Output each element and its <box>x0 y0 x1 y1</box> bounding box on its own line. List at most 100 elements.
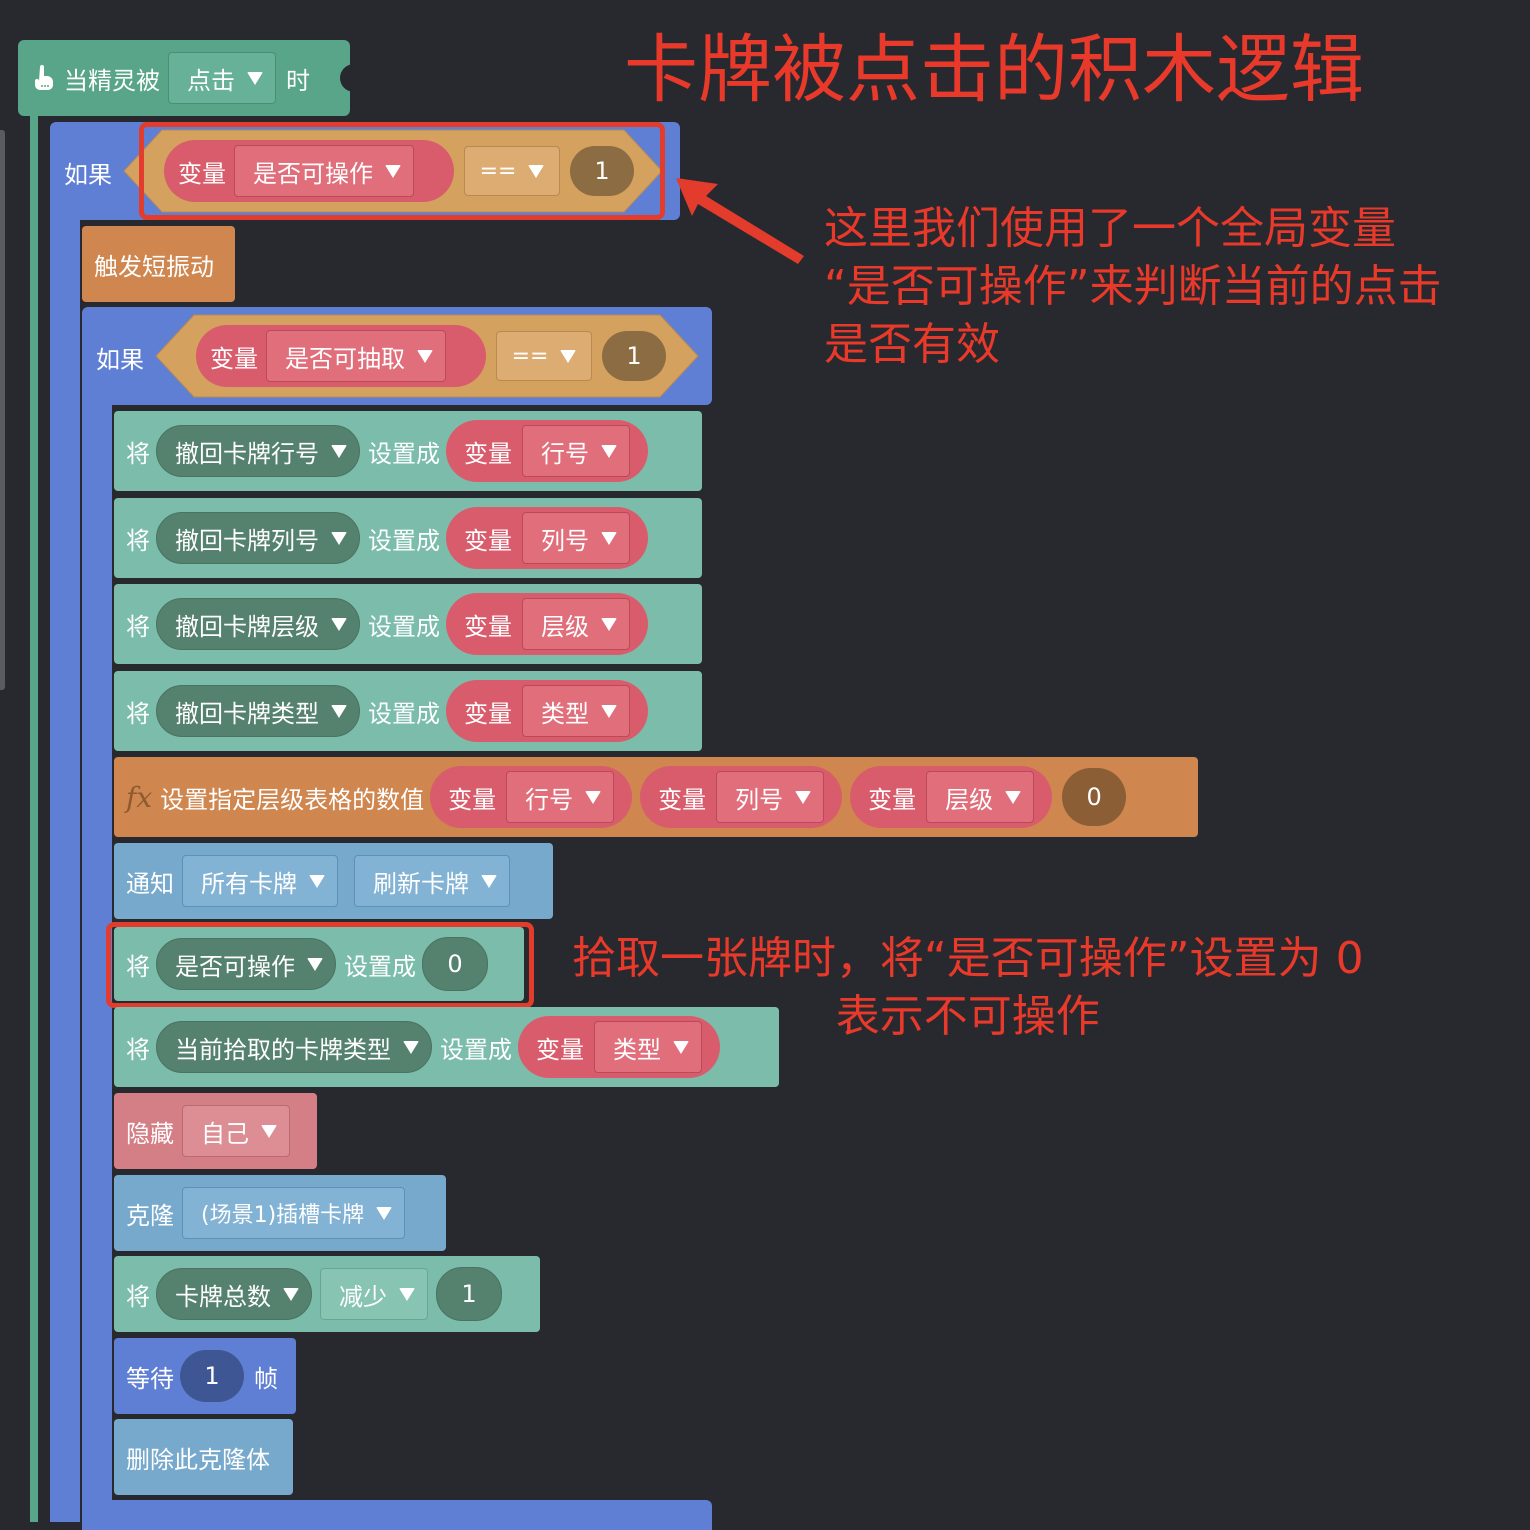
change-value-input[interactable]: 1 <box>436 1267 502 1321</box>
operator-dropdown[interactable]: == <box>496 331 592 381</box>
set-label: 将 <box>126 439 150 468</box>
wait-frames-block[interactable]: 等待 1 帧 <box>114 1338 296 1414</box>
hand-pointer-icon <box>30 65 60 91</box>
hide-target: 自己 <box>201 1119 249 1148</box>
set-label: 将 <box>126 1035 150 1064</box>
chevron-down-icon <box>601 444 617 458</box>
function-label: 设置指定层级表格的数值 <box>160 785 425 814</box>
annotation-line: 是否有效 <box>824 319 1000 370</box>
target-variable-dropdown[interactable]: 当前拾取的卡牌类型 <box>156 1021 432 1073</box>
chevron-down-icon <box>309 874 325 888</box>
chevron-down-icon <box>399 1287 415 1301</box>
change-op-dropdown[interactable]: 减少 <box>320 1268 428 1320</box>
variable-reporter[interactable]: 变量 列号 <box>446 507 648 569</box>
variable-name: 行号 <box>525 785 574 814</box>
page-title: 卡牌被点击的积木逻辑 <box>624 27 1364 113</box>
variable-label: 变量 <box>464 612 512 641</box>
number-input-compare-1[interactable]: 1 <box>602 331 666 381</box>
set-label: 将 <box>126 699 150 728</box>
clone-target-dropdown[interactable]: (场景1)插槽卡牌 <box>182 1187 406 1239</box>
chevron-down-icon <box>417 349 433 363</box>
haptic-label: 触发短振动 <box>94 252 214 281</box>
highlight-box-set-operable <box>106 922 534 1008</box>
variable-label: 变量 <box>658 785 707 814</box>
hide-label: 隐藏 <box>126 1119 174 1148</box>
target-variable-dropdown[interactable]: 撤回卡牌类型 <box>156 685 360 737</box>
function-arg-value[interactable]: 0 <box>1062 768 1127 826</box>
chevron-down-icon <box>331 704 347 718</box>
variable-name: 列号 <box>735 785 784 814</box>
target-variable-dropdown[interactable]: 撤回卡牌列号 <box>156 512 360 564</box>
variable-dropdown[interactable]: 类型 <box>522 685 630 737</box>
set-to-label: 设置成 <box>368 612 440 641</box>
variable-dropdown[interactable]: 层级 <box>522 598 630 650</box>
clone-label: 克隆 <box>126 1201 174 1230</box>
chevron-down-icon <box>331 617 347 631</box>
variable-label: 变量 <box>210 344 258 373</box>
function-arg-layer[interactable]: 变量 层级 <box>850 766 1053 828</box>
set-variable-block-undo-col[interactable]: 将 撤回卡牌列号 设置成 变量 列号 <box>114 498 702 578</box>
variable-name: 是否可抽取 <box>285 344 405 373</box>
event-suffix: 时 <box>286 66 310 95</box>
set-variable-block-undo-type[interactable]: 将 撤回卡牌类型 设置成 变量 类型 <box>114 671 702 751</box>
target-variable-dropdown[interactable]: 撤回卡牌行号 <box>156 425 360 477</box>
if-label: 如果 <box>96 346 144 374</box>
variable-label: 变量 <box>868 785 917 814</box>
if-block-drawable-footer <box>82 1500 712 1530</box>
event-prefix: 当精灵被 <box>64 66 160 95</box>
notify-target: 所有卡牌 <box>201 869 297 898</box>
function-arg-row[interactable]: 变量 行号 <box>430 766 633 828</box>
workspace-scrollbar[interactable] <box>0 130 5 690</box>
notify-broadcast-block[interactable]: 通知 所有卡牌 刷新卡牌 <box>114 843 553 919</box>
chevron-down-icon <box>403 1040 419 1054</box>
notify-target-dropdown[interactable]: 所有卡牌 <box>182 855 338 907</box>
chevron-down-icon <box>376 1206 393 1220</box>
variable-name: 列号 <box>541 526 589 555</box>
target-variable-dropdown[interactable]: 卡牌总数 <box>156 1268 312 1320</box>
target-variable-name: 撤回卡牌行号 <box>175 439 319 468</box>
variable-dropdown[interactable]: 列号 <box>716 771 825 823</box>
function-fx-icon: fx <box>126 780 153 814</box>
event-block-sprite-clicked[interactable]: 当精灵被 点击 时 <box>18 40 350 116</box>
annotation-line: 这里我们使用了一个全局变量 <box>824 203 1396 254</box>
set-variable-block-undo-row[interactable]: 将 撤回卡牌行号 设置成 变量 行号 <box>114 411 702 491</box>
annotation-set-operable-explanation: 拾取一张牌时，将“是否可操作”设置为 0 表示不可操作 <box>572 930 1364 1046</box>
variable-reporter[interactable]: 变量 类型 <box>446 680 648 742</box>
chevron-down-icon <box>261 1124 277 1138</box>
function-call-set-layer-grid-value[interactable]: fx 设置指定层级表格的数值 变量 行号 变量 列号 变量 层级 0 <box>114 757 1198 837</box>
notify-label: 通知 <box>126 869 174 898</box>
target-variable-name: 卡牌总数 <box>175 1282 271 1311</box>
wait-value-input[interactable]: 1 <box>180 1350 244 1402</box>
variable-dropdown[interactable]: 行号 <box>522 425 630 477</box>
set-variable-block-undo-layer[interactable]: 将 撤回卡牌层级 设置成 变量 层级 <box>114 584 702 664</box>
chevron-down-icon <box>585 790 602 804</box>
variable-reporter[interactable]: 变量 层级 <box>446 593 648 655</box>
notify-message-dropdown[interactable]: 刷新卡牌 <box>354 855 510 907</box>
variable-name: 层级 <box>541 612 589 641</box>
delete-clone-block[interactable]: 删除此克隆体 <box>114 1419 293 1495</box>
change-variable-block[interactable]: 将 卡牌总数 减少 1 <box>114 1256 540 1332</box>
event-stack-spine <box>30 110 38 1522</box>
hide-block[interactable]: 隐藏 自己 <box>114 1093 317 1169</box>
function-arg-col[interactable]: 变量 列号 <box>640 766 843 828</box>
variable-reporter-drawable[interactable]: 变量 是否可抽取 <box>196 325 486 387</box>
variable-label: 变量 <box>448 785 497 814</box>
variable-dropdown[interactable]: 行号 <box>506 771 615 823</box>
target-variable-dropdown[interactable]: 撤回卡牌层级 <box>156 598 360 650</box>
annotation-arrow <box>676 178 804 264</box>
variable-dropdown[interactable]: 列号 <box>522 512 630 564</box>
clone-block[interactable]: 克隆 (场景1)插槽卡牌 <box>114 1175 446 1251</box>
annotation-line: “是否可操作”来判断当前的点击 <box>824 261 1442 312</box>
variable-dropdown[interactable]: 层级 <box>926 771 1035 823</box>
operator-value: == <box>511 343 549 369</box>
hide-target-dropdown[interactable]: 自己 <box>182 1105 290 1157</box>
haptic-short-vibrate-block[interactable]: 触发短振动 <box>82 226 235 302</box>
chevron-down-icon <box>1005 790 1022 804</box>
target-variable-name: 撤回卡牌层级 <box>175 612 319 641</box>
event-type-dropdown[interactable]: 点击 <box>168 52 276 104</box>
annotation-line: 表示不可操作 <box>835 991 1100 1042</box>
wait-label: 等待 <box>126 1364 174 1393</box>
set-to-label: 设置成 <box>368 439 440 468</box>
variable-dropdown[interactable]: 是否可抽取 <box>266 330 446 382</box>
variable-reporter[interactable]: 变量 行号 <box>446 420 648 482</box>
